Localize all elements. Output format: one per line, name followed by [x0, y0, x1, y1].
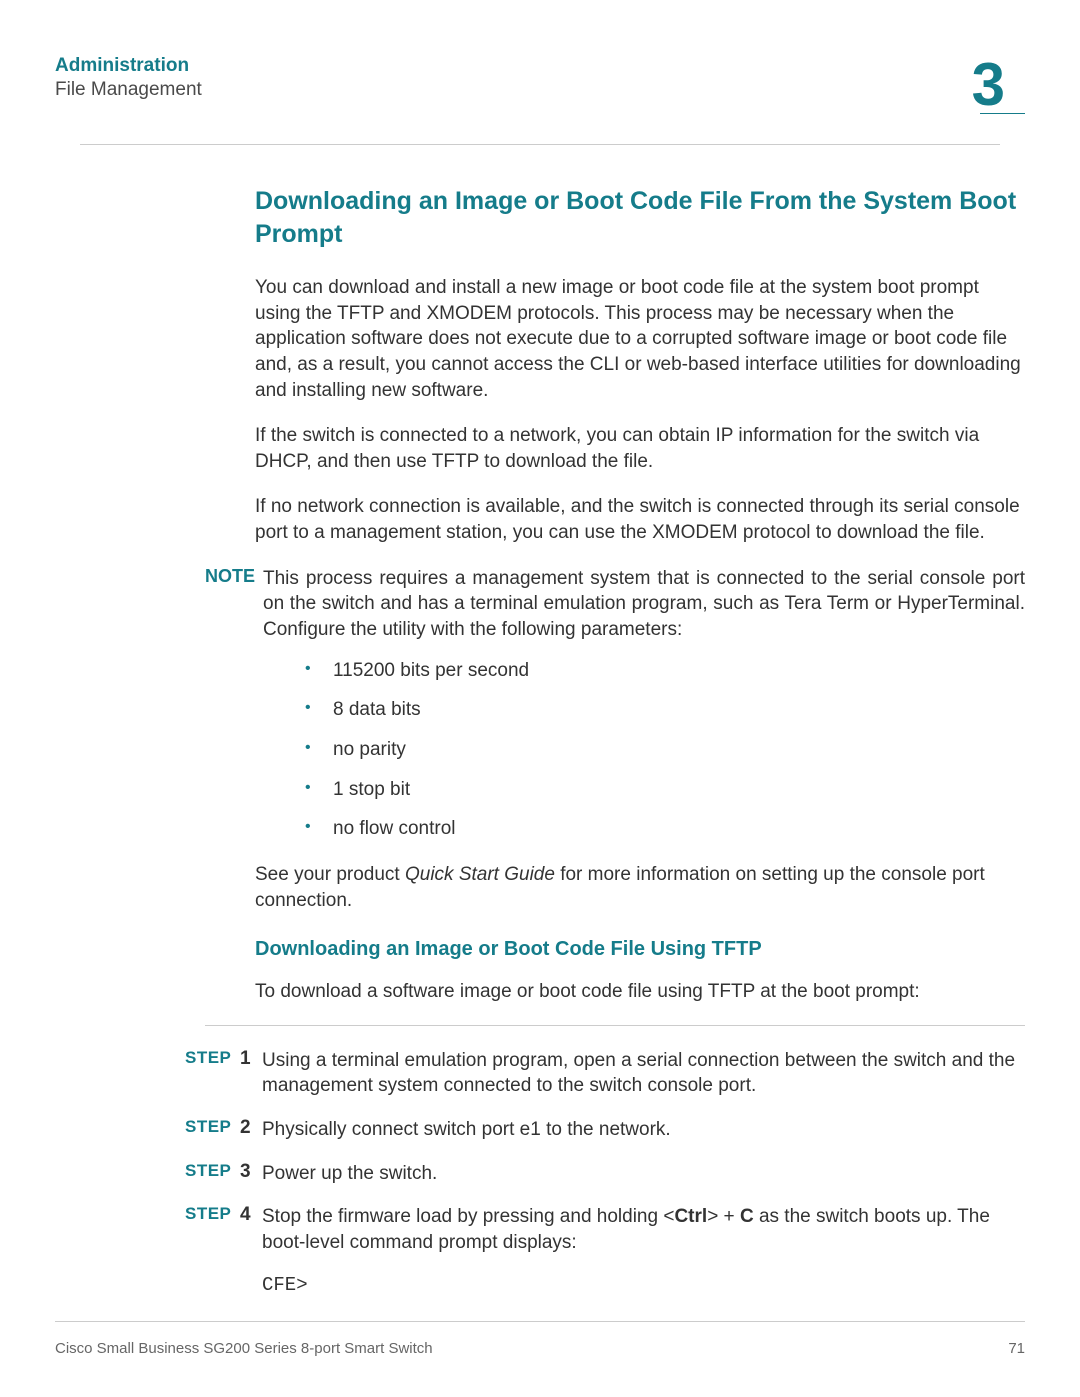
list-item: no flow control — [305, 816, 1025, 842]
step-label: STEP — [185, 1048, 240, 1099]
footer-divider — [55, 1321, 1025, 1322]
list-item: 1 stop bit — [305, 777, 1025, 803]
subsection-title: Downloading an Image or Boot Code File U… — [255, 938, 1025, 961]
text: Stop the firmware load by pressing and h… — [262, 1206, 674, 1227]
header-divider — [80, 144, 1000, 145]
step-text: Stop the firmware load by pressing and h… — [262, 1204, 1025, 1255]
paragraph: See your product Quick Start Guide for m… — [255, 862, 1025, 913]
step-number: 2 — [240, 1117, 262, 1143]
step-label: STEP — [185, 1204, 240, 1255]
code-prompt: CFE> — [262, 1274, 1025, 1296]
step-row: STEP 2 Physically connect switch port e1… — [185, 1117, 1025, 1143]
bullet-list: 115200 bits per second 8 data bits no pa… — [305, 658, 1025, 842]
chapter-number: 3 — [972, 55, 1025, 115]
step-number: 1 — [240, 1048, 262, 1099]
step-number: 3 — [240, 1161, 262, 1187]
step-text: Power up the switch. — [262, 1161, 1025, 1187]
step-text: Using a terminal emulation program, open… — [262, 1048, 1025, 1099]
chapter-rule — [980, 113, 1025, 114]
footer-product-name: Cisco Small Business SG200 Series 8-port… — [55, 1340, 433, 1357]
text: See your product — [255, 864, 405, 885]
paragraph: You can download and install a new image… — [255, 275, 1025, 403]
header-section-name: File Management — [55, 79, 202, 101]
page-number: 71 — [1008, 1340, 1025, 1357]
paragraph: If no network connection is available, a… — [255, 494, 1025, 545]
bold-text: Ctrl — [674, 1206, 707, 1227]
main-content: Downloading an Image or Boot Code File F… — [255, 185, 1025, 546]
list-item: no parity — [305, 737, 1025, 763]
step-text: Physically connect switch port e1 to the… — [262, 1117, 1025, 1143]
note-text: This process requires a management syste… — [263, 566, 1025, 643]
note-label: NOTE — [200, 566, 263, 643]
header-chapter-title: Administration — [55, 55, 202, 77]
step-row: STEP 4 Stop the firmware load by pressin… — [185, 1204, 1025, 1255]
note-block: NOTE This process requires a management … — [200, 566, 1025, 643]
bold-text: C — [740, 1206, 754, 1227]
step-row: STEP 3 Power up the switch. — [185, 1161, 1025, 1187]
step-row: STEP 1 Using a terminal emulation progra… — [185, 1048, 1025, 1099]
text: > + — [707, 1206, 740, 1227]
section-title: Downloading an Image or Boot Code File F… — [255, 185, 1025, 250]
paragraph: To download a software image or boot cod… — [255, 979, 1025, 1005]
page-footer: Cisco Small Business SG200 Series 8-port… — [0, 1340, 1080, 1357]
page-header: Administration File Management 3 — [55, 55, 1025, 114]
list-item: 115200 bits per second — [305, 658, 1025, 684]
step-label: STEP — [185, 1161, 240, 1187]
step-number: 4 — [240, 1204, 262, 1255]
list-item: 8 data bits — [305, 697, 1025, 723]
emphasis-text: Quick Start Guide — [405, 864, 555, 885]
step-label: STEP — [185, 1117, 240, 1143]
paragraph: If the switch is connected to a network,… — [255, 423, 1025, 474]
steps-divider — [205, 1025, 1025, 1026]
